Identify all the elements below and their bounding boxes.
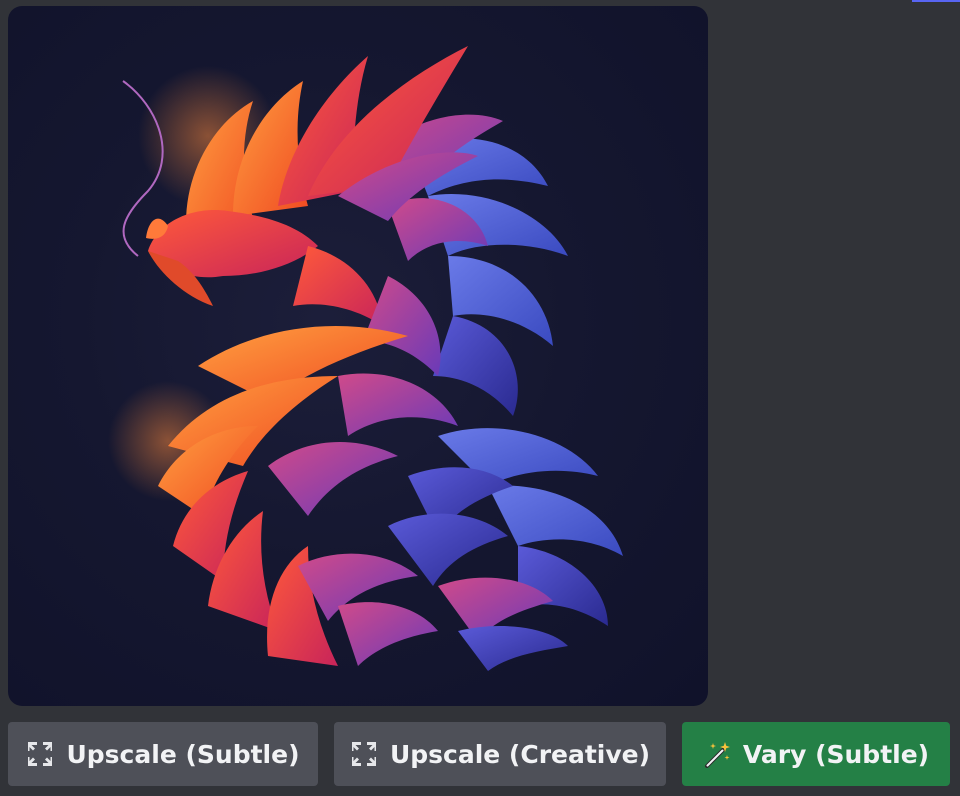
upscale-creative-label: Upscale (Creative) [389,739,651,769]
expand-arrows-icon [26,740,54,768]
accent-line [912,0,960,2]
upscale-subtle-label: Upscale (Subtle) [66,739,300,769]
upscale-subtle-button[interactable]: Upscale (Subtle) [8,722,318,786]
dragon-illustration [108,46,623,671]
upscale-creative-button[interactable]: Upscale (Creative) [334,722,666,786]
magic-wand-icon [703,740,731,768]
vary-subtle-button[interactable]: Vary (Subtle) [682,722,950,786]
action-buttons: Upscale (Subtle) Upscale (Creative) Vary… [8,722,952,786]
dragon-image[interactable] [8,6,708,706]
vary-subtle-label: Vary (Subtle) [742,739,930,769]
expand-arrows-icon [350,740,378,768]
